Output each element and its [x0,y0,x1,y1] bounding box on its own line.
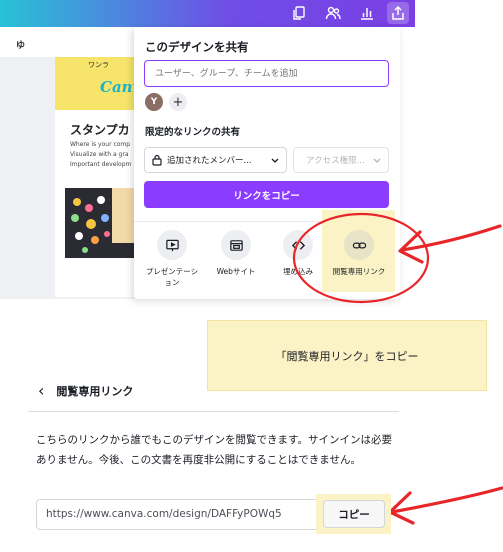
audience-dropdown[interactable]: 追加されたメンバー... [144,147,287,173]
restricted-link-label: 限定的なリンクの共有 [145,127,241,138]
presentation-option[interactable]: プレゼンテーション [143,230,201,288]
website-option-label: Webサイト [216,267,256,276]
website-option[interactable]: Webサイト [207,230,265,277]
view-only-header: ‹ 閲覧専用リンク [38,381,133,400]
analytics-icon[interactable] [356,2,378,24]
instruction-note: 「閲覧専用リンク」をコピー [207,320,487,391]
design-brand-small: ワンラ [88,61,109,69]
back-chevron-icon[interactable]: ‹ [38,381,44,400]
people-icon[interactable] [322,2,344,24]
design-side-thumbnail [112,188,134,243]
copy-pages-icon[interactable] [288,2,310,24]
section-divider [28,411,399,412]
editor-topbar [0,0,415,27]
copy-link-button[interactable]: リンクをコピー [144,181,389,208]
annotation-arrowhead-top [398,230,424,264]
copy-button[interactable]: コピー [323,500,385,528]
link-icon [344,230,374,260]
lock-icon [152,154,162,166]
editor-toolbar-label: ゆ [16,41,26,51]
design-text-line: Visualize with a gra [70,151,129,158]
chevron-down-icon [271,158,279,163]
view-only-url-field[interactable]: https://www.canva.com/design/DAFFyPOWq5 [36,499,336,530]
presentation-option-label: プレゼンテーション [145,267,199,287]
annotation-arrow-top [400,224,502,252]
access-dropdown-value: アクセス権限... [306,156,365,166]
view-only-description: こちらのリンクから誰でもこのデザインを閲覧できます。サインインは必要ありません。… [36,434,392,466]
avatar[interactable]: Y [145,93,163,111]
view-only-title: 閲覧専用リンク [56,384,134,398]
invite-input[interactable] [144,60,389,87]
view-only-link-option-label: 閲覧専用リンク [332,267,386,276]
presentation-icon [157,230,187,260]
chevron-down-icon [373,158,381,163]
embed-icon [283,230,313,260]
design-title: スタンプカ [70,123,130,137]
website-icon [221,230,251,260]
embed-option-label: 埋め込み [283,267,313,276]
design-text-line: Where is your comp [70,141,131,148]
access-dropdown[interactable]: アクセス権限... [293,147,389,173]
annotation-arrowhead-bottom [388,491,415,525]
add-member-button[interactable]: + [169,93,187,111]
embed-option[interactable]: 埋め込み [269,230,327,277]
share-panel-title: このデザインを共有 [145,40,249,54]
design-text-line: Important developm [70,161,132,168]
audience-dropdown-value: 追加されたメンバー... [167,156,252,166]
share-icon[interactable] [387,2,409,24]
view-only-link-option[interactable]: 閲覧専用リンク [330,230,388,277]
annotation-arrow-bottom [390,486,503,514]
